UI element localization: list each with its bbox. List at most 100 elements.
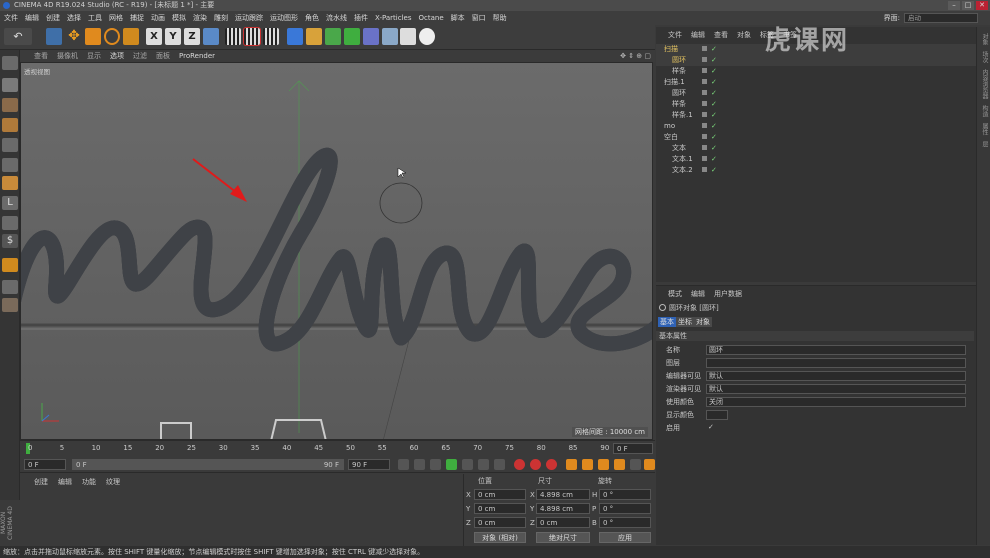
timeline-icon[interactable] xyxy=(644,459,655,470)
visibility-dot-icon[interactable] xyxy=(702,134,707,139)
enabled-check-icon[interactable]: ✓ xyxy=(711,55,717,66)
vp-menu-filter[interactable]: 过滤 xyxy=(133,51,147,61)
rot-b-field[interactable]: 0 ° xyxy=(599,517,651,528)
menu-mesh[interactable]: 网格 xyxy=(109,13,123,23)
attribute-value[interactable]: 默认 xyxy=(706,371,966,381)
side-tab-takes[interactable]: 场次 xyxy=(980,51,989,63)
vp-menu-options[interactable]: 选项 xyxy=(110,51,124,61)
key-position-icon[interactable] xyxy=(566,459,577,470)
vp-menu-camera[interactable]: 摄像机 xyxy=(57,51,78,61)
point-mode-icon[interactable] xyxy=(2,118,18,132)
z-axis-icon[interactable]: Z xyxy=(184,28,200,45)
attr-menu-userdata[interactable]: 用户数据 xyxy=(714,289,742,299)
enabled-check-icon[interactable]: ✓ xyxy=(711,66,717,77)
key-param-icon[interactable] xyxy=(614,459,625,470)
menu-mograph[interactable]: 运动图形 xyxy=(270,13,298,23)
cube-icon[interactable] xyxy=(287,28,303,45)
enabled-check-icon[interactable]: ✓ xyxy=(711,88,717,99)
minimize-button[interactable]: – xyxy=(948,1,960,10)
close-button[interactable]: ✕ xyxy=(976,1,988,10)
pos-y-field[interactable]: 0 cm xyxy=(474,503,526,514)
camera-icon[interactable] xyxy=(400,28,416,45)
visibility-dot-icon[interactable] xyxy=(702,112,707,117)
object-row[interactable]: mo ✓ xyxy=(656,121,976,132)
mat-menu-texture[interactable]: 纹理 xyxy=(106,477,120,487)
vp-menu-display[interactable]: 显示 xyxy=(87,51,101,61)
object-row[interactable]: 空白 ✓ xyxy=(656,132,976,143)
rotate-icon[interactable] xyxy=(104,28,120,45)
menu-create[interactable]: 创建 xyxy=(46,13,60,23)
menu-edit[interactable]: 编辑 xyxy=(25,13,39,23)
texture-mode-icon[interactable] xyxy=(2,78,18,92)
attribute-value[interactable] xyxy=(706,358,966,368)
enabled-check-icon[interactable]: ✓ xyxy=(711,165,717,176)
obj-menu-object[interactable]: 对象 xyxy=(737,30,751,40)
key-scale-icon[interactable] xyxy=(582,459,593,470)
menu-tools[interactable]: 工具 xyxy=(88,13,102,23)
rot-p-field[interactable]: 0 ° xyxy=(599,503,651,514)
size-mode-select[interactable]: 绝对尺寸 xyxy=(536,532,590,543)
menu-simulate[interactable]: 模拟 xyxy=(172,13,186,23)
side-tab-layers[interactable]: 层 xyxy=(980,141,989,147)
object-mode-icon[interactable] xyxy=(2,176,18,190)
visibility-dot-icon[interactable] xyxy=(702,145,707,150)
workplane-icon[interactable] xyxy=(2,98,18,112)
pen-icon[interactable] xyxy=(306,28,322,45)
next-frame-icon[interactable] xyxy=(462,459,473,470)
attribute-value[interactable]: 默认 xyxy=(706,384,966,394)
coordinate-system-icon[interactable] xyxy=(203,28,219,45)
move-icon[interactable]: ✥ xyxy=(66,28,82,45)
obj-menu-file[interactable]: 文件 xyxy=(668,30,682,40)
obj-menu-view[interactable]: 查看 xyxy=(714,30,728,40)
record-icon[interactable] xyxy=(514,459,525,470)
enabled-check-icon[interactable]: ✓ xyxy=(711,77,717,88)
maximize-button[interactable]: □ xyxy=(962,1,974,10)
locked-workplane-icon[interactable] xyxy=(2,258,18,272)
next-key-icon[interactable] xyxy=(478,459,489,470)
tab-basic[interactable]: 基本 xyxy=(658,317,676,327)
snap-icon[interactable]: $ xyxy=(2,234,18,248)
enabled-check-icon[interactable]: ✓ xyxy=(711,99,717,110)
object-row[interactable]: 样条 ✓ xyxy=(656,99,976,110)
tab-object[interactable]: 对象 xyxy=(694,317,712,327)
vp-menu-panel[interactable]: 面板 xyxy=(156,51,170,61)
axis-mode-icon[interactable]: L xyxy=(2,196,18,210)
object-row[interactable]: 文本.1 ✓ xyxy=(656,154,976,165)
attribute-value[interactable]: 圆环 xyxy=(706,345,966,355)
enabled-check-icon[interactable]: ✓ xyxy=(711,154,717,165)
menu-plugins[interactable]: 插件 xyxy=(354,13,368,23)
key-rotation-icon[interactable] xyxy=(598,459,609,470)
menu-select[interactable]: 选择 xyxy=(67,13,81,23)
attr-menu-mode[interactable]: 模式 xyxy=(668,289,682,299)
size-x-field[interactable]: 4.898 cm xyxy=(536,489,590,500)
enabled-check-icon[interactable]: ✓ xyxy=(711,143,717,154)
menu-x-particles[interactable]: X-Particles xyxy=(375,14,411,22)
timeline-ruler[interactable]: 0 5 10 15 20 25 30 35 40 45 50 55 60 65 70 75 80 85 90 0 F xyxy=(20,440,655,455)
enabled-check-icon[interactable]: ✓ xyxy=(711,121,717,132)
menu-help[interactable]: 帮助 xyxy=(493,13,507,23)
visibility-dot-icon[interactable] xyxy=(702,90,707,95)
viewport-nav-icons[interactable]: ✥ ⇕ ⊕ ▢ xyxy=(620,52,651,60)
deformer-icon[interactable] xyxy=(363,28,379,45)
menu-file[interactable]: 文件 xyxy=(4,13,18,23)
enabled-check-icon[interactable]: ✓ xyxy=(711,132,717,143)
mat-menu-function[interactable]: 功能 xyxy=(82,477,96,487)
goto-end-icon[interactable] xyxy=(494,459,505,470)
subdivision-icon[interactable] xyxy=(325,28,341,45)
visibility-dot-icon[interactable] xyxy=(702,167,707,172)
perspective-viewport[interactable]: 透视视图 网格间距 : 10000 cm xyxy=(20,62,653,440)
menu-octane[interactable]: Octane xyxy=(418,14,443,22)
rot-h-field[interactable]: 0 ° xyxy=(599,489,651,500)
goto-start-icon[interactable] xyxy=(398,459,409,470)
play-icon[interactable] xyxy=(446,459,457,470)
y-axis-icon[interactable]: Y xyxy=(165,28,181,45)
live-select-icon[interactable] xyxy=(46,28,62,45)
attribute-value[interactable]: 关闭 xyxy=(706,397,966,407)
object-row[interactable]: 扫描.1 ✓ xyxy=(656,77,976,88)
menu-render[interactable]: 渲染 xyxy=(193,13,207,23)
render-picture-viewer-icon[interactable] xyxy=(243,27,261,46)
side-tab-content-browser[interactable]: 内容浏览器 xyxy=(980,69,989,99)
menu-animate[interactable]: 动画 xyxy=(151,13,165,23)
floor-icon[interactable] xyxy=(382,28,398,45)
current-frame-field[interactable]: 0 F xyxy=(613,443,653,454)
